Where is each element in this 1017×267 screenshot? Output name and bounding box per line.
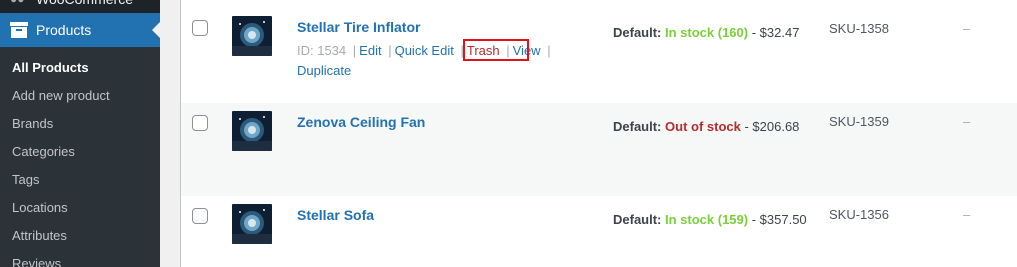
price: - $206.68 bbox=[744, 119, 800, 134]
sidebar-item-label: WooCommerce bbox=[36, 0, 133, 9]
sku-cell: SKU-1359 bbox=[829, 114, 889, 129]
submenu-brands[interactable]: Brands bbox=[12, 115, 53, 133]
submenu-tags[interactable]: Tags bbox=[12, 171, 39, 189]
products-archive-icon bbox=[10, 22, 28, 38]
sidebar-item-products[interactable]: Products bbox=[0, 13, 160, 47]
submenu-add-new-product[interactable]: Add new product bbox=[12, 87, 110, 105]
stock-prefix: Default: bbox=[613, 25, 662, 40]
row-checkbox[interactable] bbox=[192, 208, 208, 224]
stock-status: In stock (159) bbox=[665, 212, 749, 227]
woocommerce-icon: ●● bbox=[10, 0, 26, 7]
edit-link[interactable]: Edit bbox=[359, 43, 381, 58]
row-checkbox[interactable] bbox=[192, 20, 208, 36]
empty-cell: – bbox=[963, 207, 971, 222]
row-checkbox[interactable] bbox=[192, 115, 208, 131]
price: - $357.50 bbox=[751, 212, 807, 227]
duplicate-link[interactable]: Duplicate bbox=[297, 63, 351, 78]
admin-sidebar: ●● WooCommerce Products All Products Add… bbox=[0, 0, 160, 267]
sku-cell: SKU-1356 bbox=[829, 207, 889, 222]
product-thumbnail[interactable] bbox=[232, 16, 272, 56]
submenu-locations[interactable]: Locations bbox=[12, 199, 68, 217]
product-name-link[interactable]: Stellar Tire Inflator bbox=[297, 18, 420, 36]
sidebar-item-label: Products bbox=[36, 22, 92, 38]
stock-cell: Default: Out of stock - $206.68 bbox=[613, 118, 799, 136]
current-menu-arrow bbox=[152, 22, 160, 38]
price: - $32.47 bbox=[751, 25, 800, 40]
product-name-link[interactable]: Stellar Sofa bbox=[297, 206, 374, 224]
stock-prefix: Default: bbox=[613, 119, 662, 134]
stock-status: In stock (160) bbox=[665, 25, 749, 40]
products-submenu: All Products Add new product Brands Cate… bbox=[0, 47, 160, 267]
main-content: Stellar Tire Inflator ID: 1534 | Edit | Qu… bbox=[160, 0, 1017, 267]
product-name-link[interactable]: Zenova Ceiling Fan bbox=[297, 113, 425, 131]
table-row: Stellar Sofa Default: In stock (159) - $… bbox=[181, 196, 1017, 267]
submenu-attributes[interactable]: Attributes bbox=[12, 227, 67, 245]
table-row: Zenova Ceiling Fan Default: Out of stock… bbox=[181, 103, 1017, 196]
stock-status: Out of stock bbox=[665, 119, 741, 134]
product-thumbnail[interactable] bbox=[232, 111, 272, 151]
sku-cell: SKU-1358 bbox=[829, 21, 889, 36]
submenu-all-products[interactable]: All Products bbox=[12, 59, 89, 77]
submenu-categories[interactable]: Categories bbox=[12, 143, 75, 161]
submenu-reviews[interactable]: Reviews bbox=[12, 255, 61, 267]
view-link[interactable]: View bbox=[513, 43, 541, 58]
quick-edit-link[interactable]: Quick Edit bbox=[395, 43, 454, 58]
table-row: Stellar Tire Inflator ID: 1534 | Edit | Qu… bbox=[181, 0, 1017, 103]
empty-cell: – bbox=[963, 114, 971, 129]
product-thumbnail[interactable] bbox=[232, 204, 272, 244]
row-actions: ID: 1534 | Edit | Quick Edit | Trash | View … bbox=[297, 43, 551, 78]
empty-cell: – bbox=[963, 21, 971, 36]
product-id: ID: 1534 bbox=[297, 43, 347, 58]
trash-link[interactable]: Trash bbox=[467, 43, 500, 58]
stock-cell: Default: In stock (159) - $357.50 bbox=[613, 211, 807, 229]
stock-prefix: Default: bbox=[613, 212, 662, 227]
products-table: Stellar Tire Inflator ID: 1534 | Edit | Qu… bbox=[180, 0, 1017, 267]
sidebar-item-woocommerce[interactable]: ●● WooCommerce bbox=[0, 0, 160, 9]
stock-cell: Default: In stock (160) - $32.47 bbox=[613, 24, 799, 42]
